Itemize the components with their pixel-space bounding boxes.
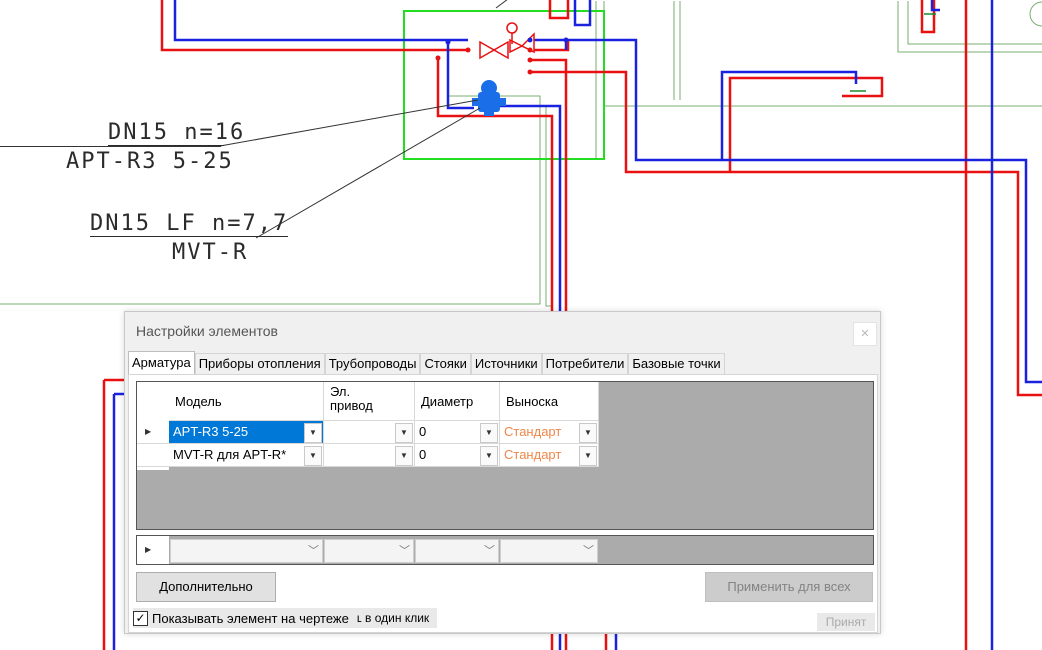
chevron-down-icon: ﹀ (308, 545, 319, 557)
leader-label-1-top: DN15 n=16 (108, 120, 246, 146)
table-row-1-leader[interactable]: Стандарт ▼ (500, 421, 599, 444)
tab-consumers[interactable]: Потребители (541, 353, 629, 374)
tab-risers[interactable]: Стояки (420, 353, 471, 374)
table-row-2-drive[interactable]: ▼ (324, 444, 415, 467)
checkmark-icon[interactable]: ✓ (133, 610, 148, 626)
editor-leader-select[interactable]: ﹀ (500, 539, 598, 563)
column-header-model[interactable]: Модель (169, 382, 324, 421)
column-header-drive[interactable]: Эл. привод (324, 382, 415, 421)
table-row-2-model[interactable]: MVT-R для APT-R* ▼ (169, 444, 324, 467)
tab-panel: Модель Эл. привод Диаметр Выноска ▶ APT-… (128, 374, 878, 633)
editor-drive-select[interactable]: ﹀ (324, 539, 414, 563)
leader-label-2-top: DN15 LF n=7,7 (90, 211, 289, 237)
table-row-1-model[interactable]: APT-R3 5-25 ▼ (169, 421, 324, 444)
more-button[interactable]: Дополнительно (136, 572, 276, 602)
fittings-grid: Модель Эл. привод Диаметр Выноска ▶ APT-… (136, 381, 874, 530)
close-icon[interactable]: ✕ (853, 322, 877, 346)
element-settings-dialog: Настройки элементов ✕ Арматура Приборы о… (124, 311, 881, 634)
row-indicator (137, 444, 169, 467)
chevron-down-icon: ﹀ (583, 545, 594, 557)
leader-underline-1 (0, 146, 221, 147)
selection-frame (403, 10, 605, 160)
show-element-label: Показывать элемент на чертеже (152, 610, 349, 626)
chevron-down-icon[interactable]: ▼ (480, 446, 498, 466)
row-indicator-icon: ▶ (137, 536, 169, 564)
editor-model-select[interactable]: ﹀ (170, 539, 323, 563)
chevron-down-icon[interactable]: ▼ (395, 446, 413, 466)
chevron-down-icon[interactable]: ▼ (480, 423, 498, 443)
tab-base-points[interactable]: Базовые точки (628, 353, 725, 374)
pump-icon (472, 80, 506, 116)
accept-button[interactable]: Принят (817, 613, 875, 631)
column-header-diameter[interactable]: Диаметр (415, 382, 500, 421)
column-header-leader[interactable]: Выноска (500, 382, 599, 421)
dialog-title: Настройки элементов (136, 323, 278, 339)
tab-sources[interactable]: Источники (470, 353, 542, 374)
chevron-down-icon: ﹀ (399, 545, 410, 557)
chevron-down-icon[interactable]: ▼ (579, 446, 597, 466)
apply-all-button[interactable]: Применить для всех (705, 572, 873, 602)
table-row-1-drive[interactable]: ▼ (324, 421, 415, 444)
table-row-1-diameter[interactable]: 0 ▼ (415, 421, 500, 444)
tab-heating-devices[interactable]: Приборы отопления (194, 353, 325, 374)
tab-pipelines[interactable]: Трубопроводы (324, 353, 421, 374)
tab-fittings[interactable]: Арматура (128, 351, 195, 375)
one-click-label: ʟ в один клик (356, 611, 430, 625)
element-editor-row: ▶ ﹀ ﹀ ﹀ ﹀ (136, 535, 874, 565)
tab-bar: Арматура Приборы отопления Трубопроводы … (128, 351, 725, 375)
table-row-2-diameter[interactable]: 0 ▼ (415, 444, 500, 467)
leader-label-1-bottom: APT-R3 5-25 (66, 149, 234, 174)
editor-diameter-select[interactable]: ﹀ (415, 539, 499, 563)
chevron-down-icon[interactable]: ▼ (395, 423, 413, 443)
chevron-down-icon[interactable]: ▼ (579, 423, 597, 443)
row-indicator-icon: ▶ (137, 421, 169, 444)
chevron-down-icon[interactable]: ▼ (304, 423, 322, 443)
show-element-checkbox[interactable]: ✓ Показывать элемент на чертеже ʟ в один… (133, 608, 438, 628)
table-row-2-leader[interactable]: Стандарт ▼ (500, 444, 599, 467)
chevron-down-icon[interactable]: ▼ (304, 446, 322, 466)
chevron-down-icon: ﹀ (484, 545, 495, 557)
leader-label-2-bottom: MVT-R (172, 240, 249, 265)
